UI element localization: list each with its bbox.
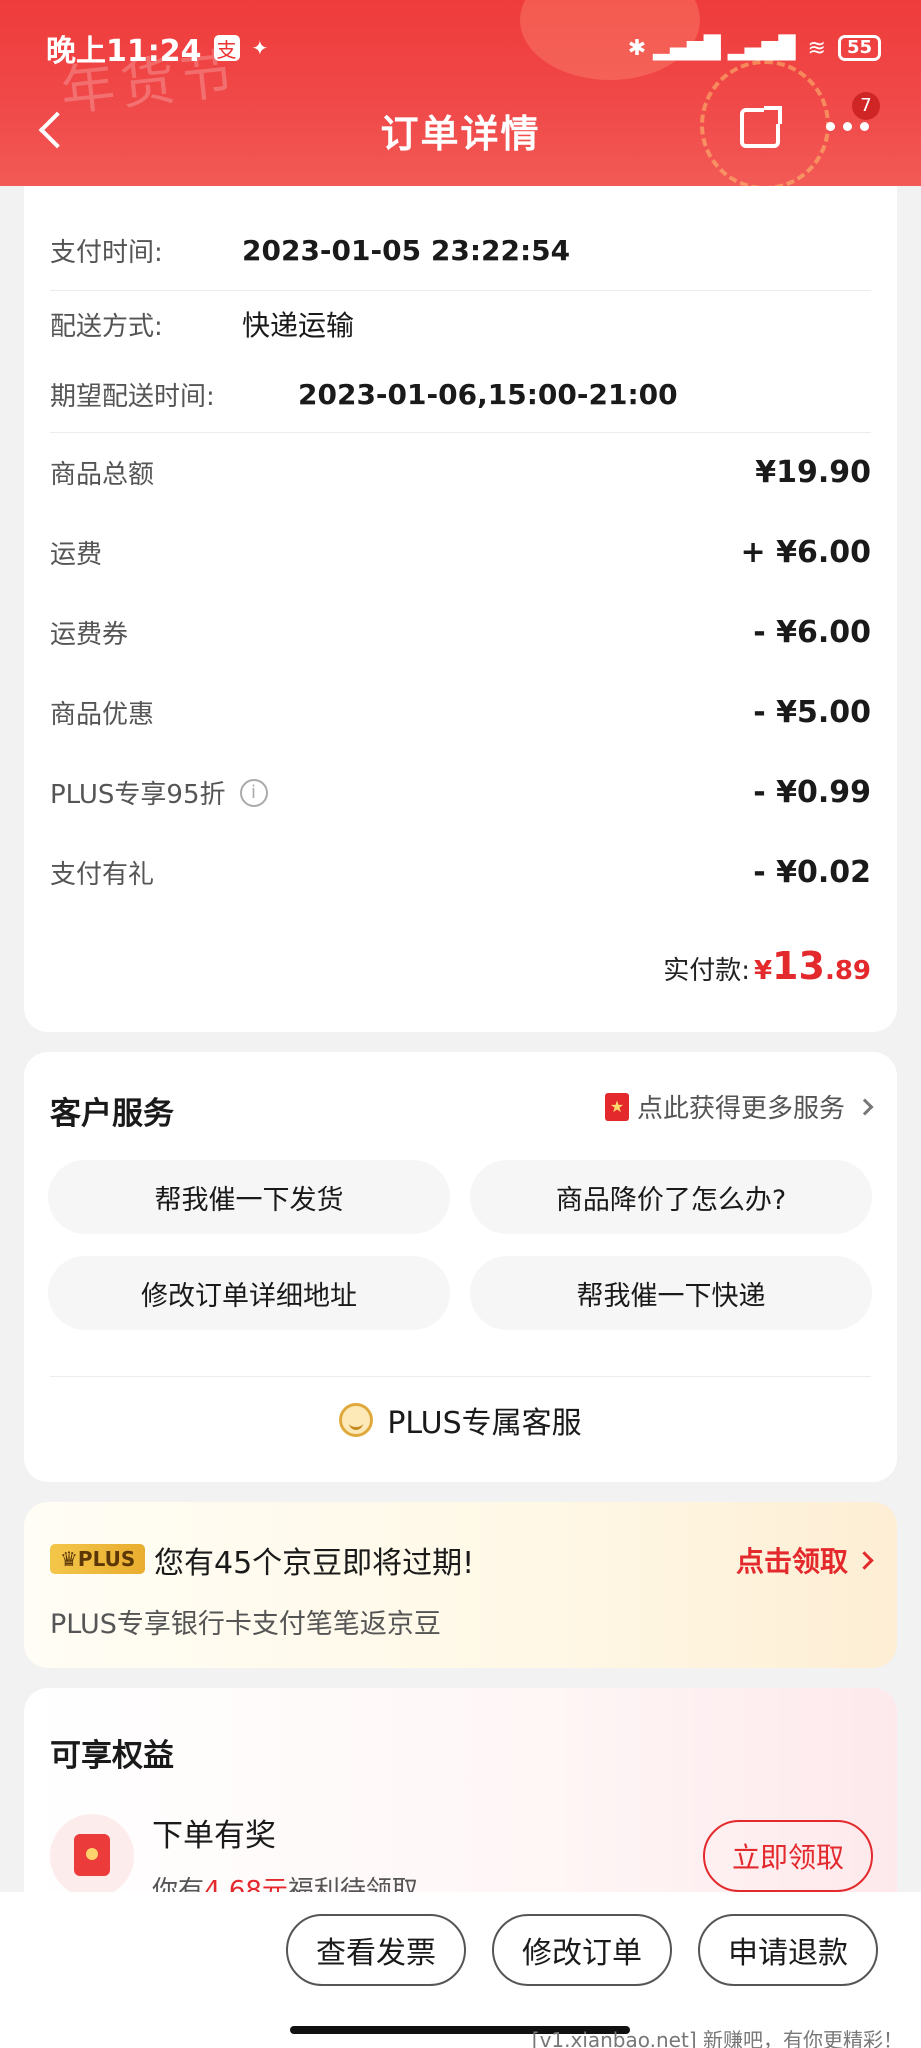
view-invoice-button[interactable]: 查看发票 [286, 1914, 466, 1986]
pay-time-label: 支付时间: [50, 238, 163, 268]
amount-row: PLUS专享95折 i - ¥0.99 [50, 774, 871, 811]
urge-shipping-button[interactable]: 帮我催一下发货 [48, 1160, 450, 1234]
service-flag-icon: ★ [604, 1092, 629, 1121]
chevron-right-icon [855, 1550, 874, 1570]
status-right: ✱ ▂▄▆█ ▂▄▆█ ≋ 55 [628, 35, 881, 61]
share-icon[interactable] [740, 106, 782, 148]
paid-label: 实付款: [663, 956, 750, 986]
pay-time-row: 支付时间: 2023-01-05 23:22:54 [50, 232, 871, 269]
paid-integer: 13 [772, 944, 825, 988]
alipay-mini-icon: 支 [213, 35, 240, 62]
smile-service-icon [339, 1403, 374, 1437]
amount-row: 商品优惠 - ¥5.00 [50, 694, 871, 731]
request-refund-button[interactable]: 申请退款 [698, 1914, 878, 1986]
order-info-card: 支付时间: 2023-01-05 23:22:54 配送方式: 快递运输 期望配… [24, 186, 897, 1032]
bottom-action-bar: 查看发票 修改订单 申请退款 [v1.xianbao.net] 新赚吧，有你更精… [0, 1892, 921, 2048]
more-services-label: 点此获得更多服务 [636, 1094, 845, 1124]
plus-promo-card[interactable]: ♛PLUS 您有45个京豆即将过期! PLUS专享银行卡支付笔笔返京豆 点击领取 [24, 1502, 897, 1668]
benefits-title: 可享权益 [50, 1738, 174, 1774]
divider [50, 1376, 871, 1377]
claim-now-button[interactable]: 立即领取 [703, 1820, 873, 1892]
amount-label: 商品总额 [50, 460, 155, 490]
chevron-right-icon [856, 1098, 874, 1115]
amount-row: 运费券 - ¥6.00 [50, 614, 871, 651]
paid-total: 实付款: ¥ 13 .89 [663, 944, 871, 988]
header-bar: 年货节 晚上11:24 支 ✦ ✱ ▂▄▆█ ▂▄▆█ ≋ 55 订单详情 7 [0, 0, 921, 186]
benefit-item-title: 下单有奖 [152, 1818, 276, 1854]
service-title: 客户服务 [50, 1096, 174, 1132]
paid-currency: ¥ [753, 956, 773, 986]
plus-promo-title: 您有45个京豆即将过期! [154, 1546, 475, 1581]
urge-delivery-button[interactable]: 帮我催一下快递 [470, 1256, 872, 1330]
delivery-value: 快递运输 [242, 309, 355, 342]
modify-order-button[interactable]: 修改订单 [492, 1914, 672, 1986]
expected-time-value: 2023-01-06,15:00-21:00 [298, 378, 678, 411]
wifi-icon: ≋ [807, 35, 826, 61]
customer-service-card: 客户服务 ★ 点此获得更多服务 帮我催一下发货 商品降价了怎么办? 修改订单详细… [24, 1052, 897, 1482]
amount-row: 商品总额 ¥19.90 [50, 454, 871, 491]
amount-row: 运费 + ¥6.00 [50, 534, 871, 571]
amount-value: - ¥5.00 [753, 695, 871, 730]
plus-badge: ♛PLUS [50, 1544, 146, 1574]
info-icon[interactable]: i [239, 778, 268, 807]
amount-label: PLUS专享95折 [50, 780, 226, 810]
amount-label: 支付有礼 [50, 860, 155, 890]
plus-claim-label: 点击领取 [735, 1545, 848, 1578]
status-bar: 晚上11:24 支 ✦ ✱ ▂▄▆█ ▂▄▆█ ≋ 55 [46, 26, 881, 70]
more-services-link[interactable]: ★ 点此获得更多服务 [604, 1088, 874, 1125]
notification-icon: ✦ [251, 36, 269, 60]
more-icon[interactable] [826, 122, 869, 131]
divider [50, 290, 871, 291]
expected-time-row: 期望配送时间: 2023-01-06,15:00-21:00 [50, 376, 871, 413]
plus-service-label: PLUS专属客服 [387, 1406, 582, 1441]
amount-value: - ¥0.02 [753, 855, 871, 890]
amount-label: 运费券 [50, 620, 129, 650]
amount-value: + ¥6.00 [740, 535, 871, 570]
modify-address-button[interactable]: 修改订单详细地址 [48, 1256, 450, 1330]
divider [50, 432, 871, 433]
page-title: 订单详情 [380, 111, 541, 156]
amount-value: - ¥0.99 [753, 775, 871, 810]
plus-service-button[interactable]: PLUS专属客服 [24, 1398, 897, 1442]
price-drop-button[interactable]: 商品降价了怎么办? [470, 1160, 872, 1234]
paid-decimal: .89 [824, 956, 871, 986]
battery-icon: 55 [837, 35, 881, 61]
red-envelope-icon [50, 1814, 134, 1898]
delivery-label: 配送方式: [50, 311, 163, 342]
signal-icons: ✱ ▂▄▆█ ▂▄▆█ [627, 35, 796, 61]
nav-bar: 订单详情 7 [0, 92, 921, 160]
amount-label: 商品优惠 [50, 700, 155, 730]
status-time: 晚上11:24 [46, 34, 202, 69]
more-badge: 7 [852, 92, 880, 120]
expected-time-label: 期望配送时间: [50, 382, 215, 412]
amount-value: ¥19.90 [755, 455, 871, 490]
plus-promo-subtitle: PLUS专享银行卡支付笔笔返京豆 [50, 1609, 441, 1640]
watermark-text: [v1.xianbao.net] 新赚吧，有你更精彩！ [531, 2028, 903, 2048]
plus-claim-link[interactable]: 点击领取 [735, 1540, 874, 1580]
amount-label: 运费 [50, 540, 103, 570]
amount-value: - ¥6.00 [753, 615, 871, 650]
amount-row: 支付有礼 - ¥0.02 [50, 854, 871, 891]
pay-time-value: 2023-01-05 23:22:54 [242, 234, 571, 267]
delivery-row: 配送方式: 快递运输 [50, 304, 871, 344]
